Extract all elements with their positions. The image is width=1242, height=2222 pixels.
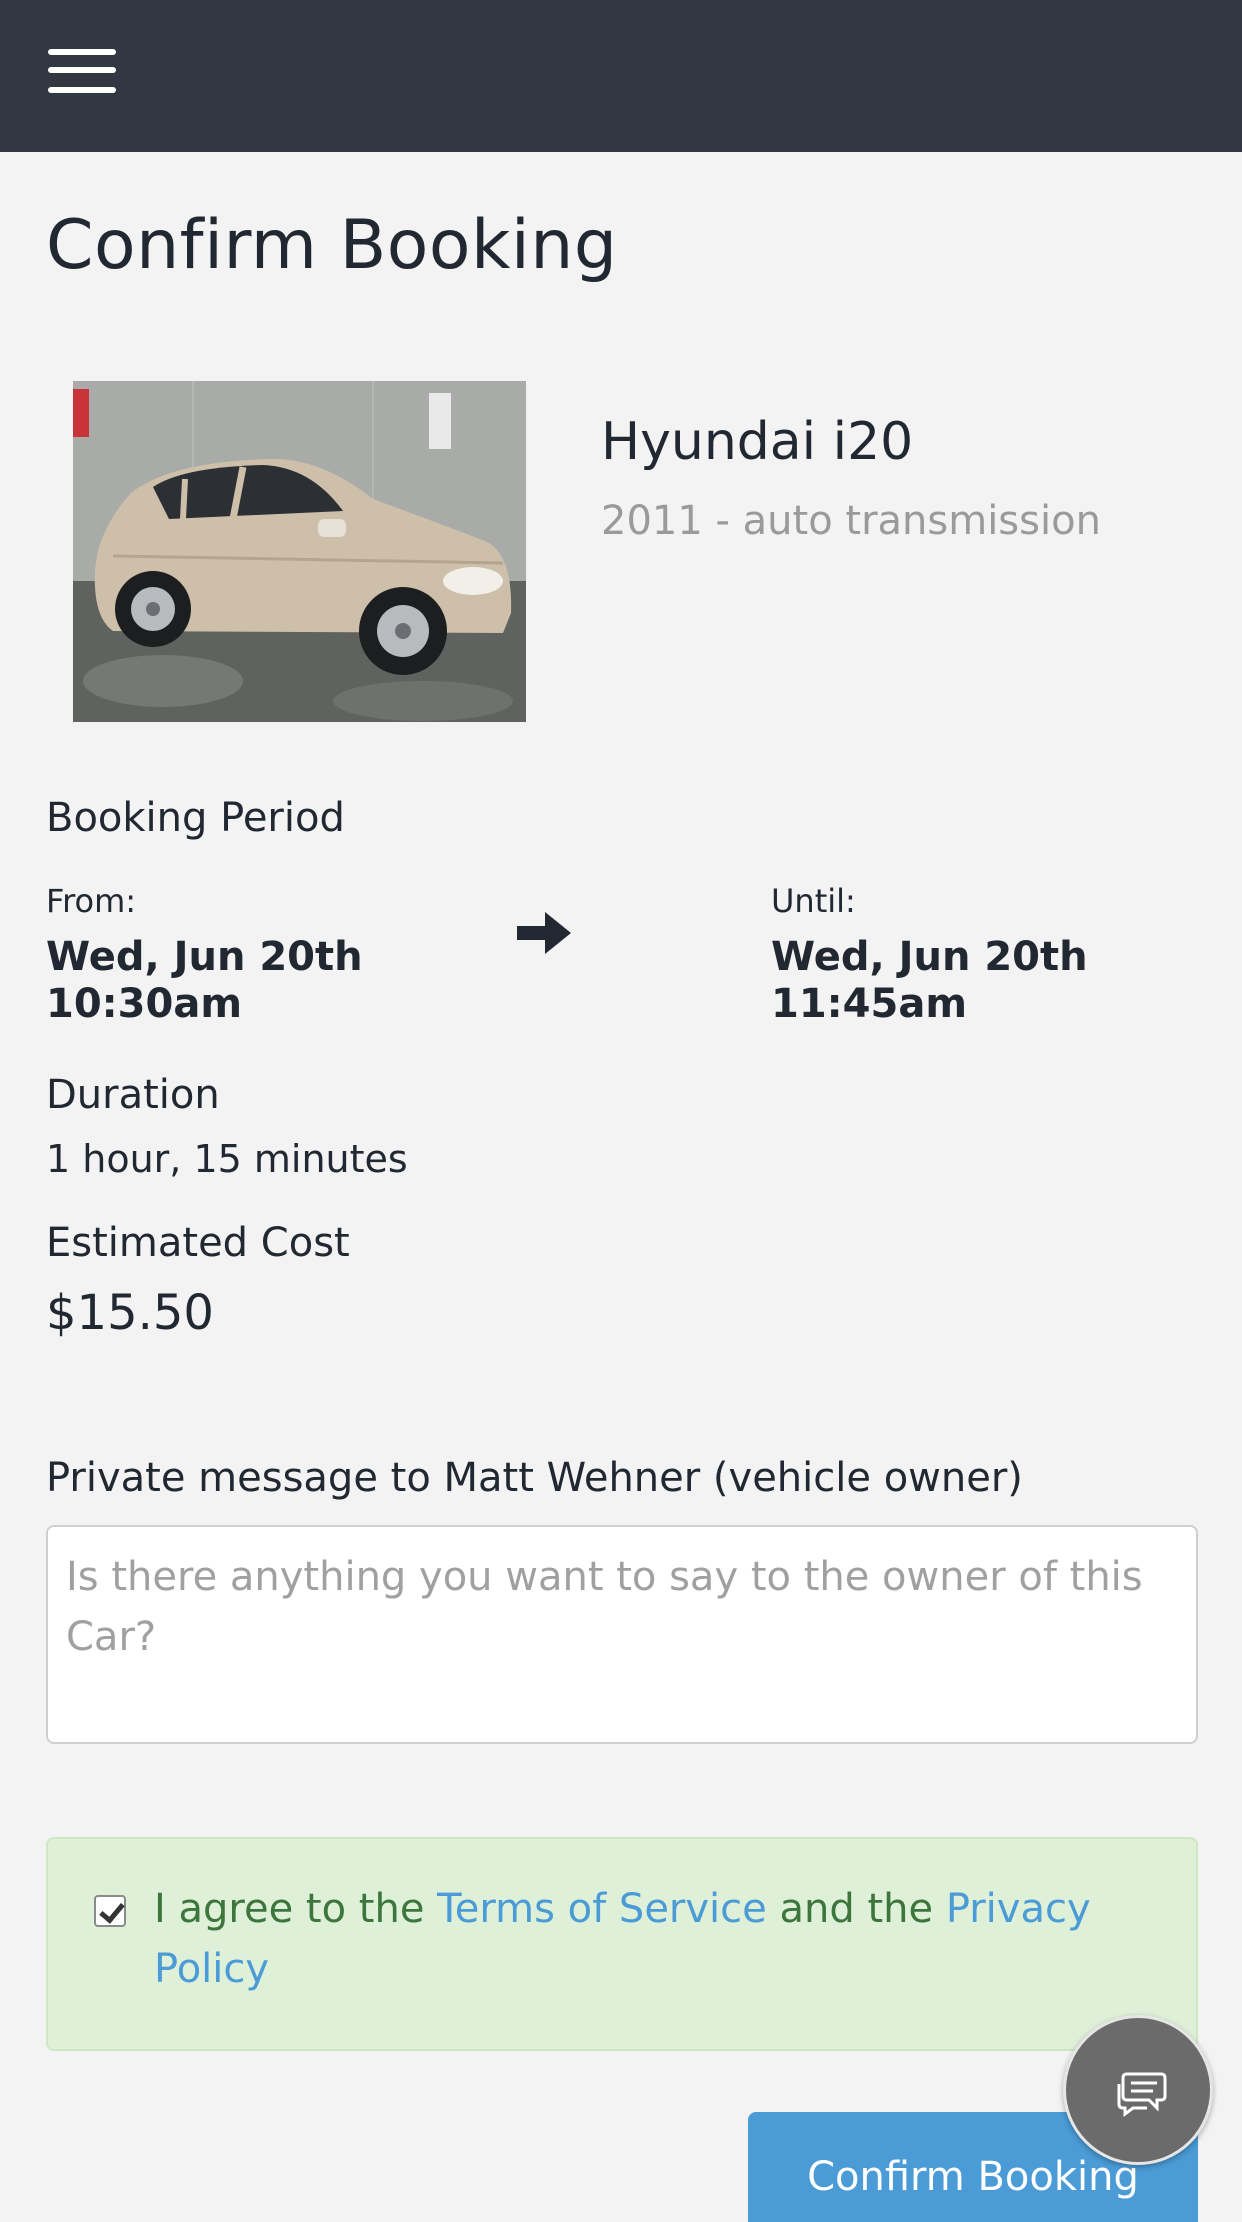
agreement-text: I agree to the Terms of Service and the … bbox=[154, 1879, 1154, 1999]
chat-bubbles-icon bbox=[1117, 2072, 1167, 2117]
page-title: Confirm Booking bbox=[46, 206, 618, 285]
hamburger-line bbox=[48, 87, 116, 93]
arrow-right-icon bbox=[517, 912, 571, 954]
until-datetime: Wed, Jun 20th 11:45am bbox=[771, 934, 1088, 1028]
duration-value: 1 hour, 15 minutes bbox=[46, 1137, 408, 1181]
vehicle-photo bbox=[73, 381, 526, 722]
private-message-label: Private message to Matt Wehner (vehicle … bbox=[46, 1455, 1023, 1501]
until-label: Until: bbox=[771, 882, 856, 920]
vehicle-name: Hyundai i20 bbox=[601, 412, 914, 472]
terms-of-service-link[interactable]: Terms of Service bbox=[437, 1886, 767, 1932]
agree-checkbox[interactable] bbox=[94, 1895, 126, 1927]
from-label: From: bbox=[46, 882, 137, 920]
hamburger-menu-icon[interactable] bbox=[48, 46, 118, 96]
chat-button[interactable] bbox=[1063, 2015, 1213, 2165]
from-datetime: Wed, Jun 20th 10:30am bbox=[46, 934, 363, 1028]
until-date: Wed, Jun 20th bbox=[771, 934, 1088, 980]
terms-agreement-panel: I agree to the Terms of Service and the … bbox=[46, 1837, 1198, 2051]
estimated-cost-label: Estimated Cost bbox=[46, 1220, 350, 1266]
car-illustration bbox=[73, 381, 526, 722]
from-time: 10:30am bbox=[46, 981, 242, 1027]
hamburger-line bbox=[48, 67, 116, 73]
private-message-textarea[interactable] bbox=[46, 1525, 1198, 1744]
until-time: 11:45am bbox=[771, 981, 967, 1027]
booking-period-label: Booking Period bbox=[46, 795, 345, 841]
hamburger-line bbox=[48, 49, 116, 55]
vehicle-subtitle: 2011 - auto transmission bbox=[601, 498, 1101, 544]
duration-label: Duration bbox=[46, 1072, 220, 1118]
agreement-middle: and the bbox=[766, 1886, 946, 1932]
top-navbar bbox=[0, 0, 1242, 152]
agreement-prefix: I agree to the bbox=[154, 1886, 438, 1932]
from-date: Wed, Jun 20th bbox=[46, 934, 363, 980]
estimated-cost-value: $15.50 bbox=[46, 1285, 214, 1341]
